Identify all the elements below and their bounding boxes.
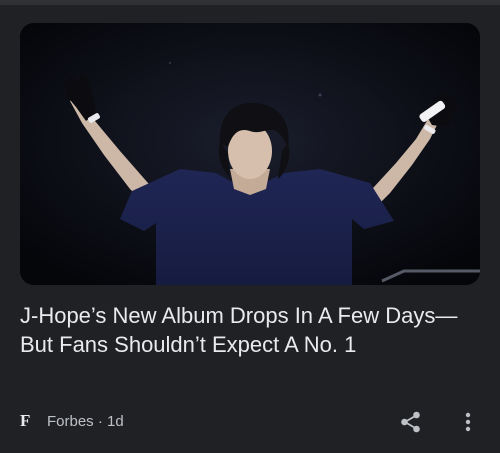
article-headline[interactable]: J-Hope’s New Album Drops In A Few Days—B… [20,302,482,359]
more-options-button[interactable] [460,409,476,435]
meta-separator: · [97,413,103,430]
news-card[interactable]: J-Hope’s New Album Drops In A Few Days—B… [0,5,500,453]
performer-photo-illustration [20,23,480,285]
more-vert-icon [465,412,471,432]
publisher-meta[interactable]: Forbes · 1d [47,412,124,432]
share-icon [401,411,420,433]
article-image[interactable] [20,23,480,285]
publisher-name: Forbes [47,413,94,430]
publisher-logo-icon: F [20,411,31,430]
article-age: 1d [107,413,124,430]
share-button[interactable] [398,409,424,435]
article-footer: F Forbes · 1d [20,408,482,436]
